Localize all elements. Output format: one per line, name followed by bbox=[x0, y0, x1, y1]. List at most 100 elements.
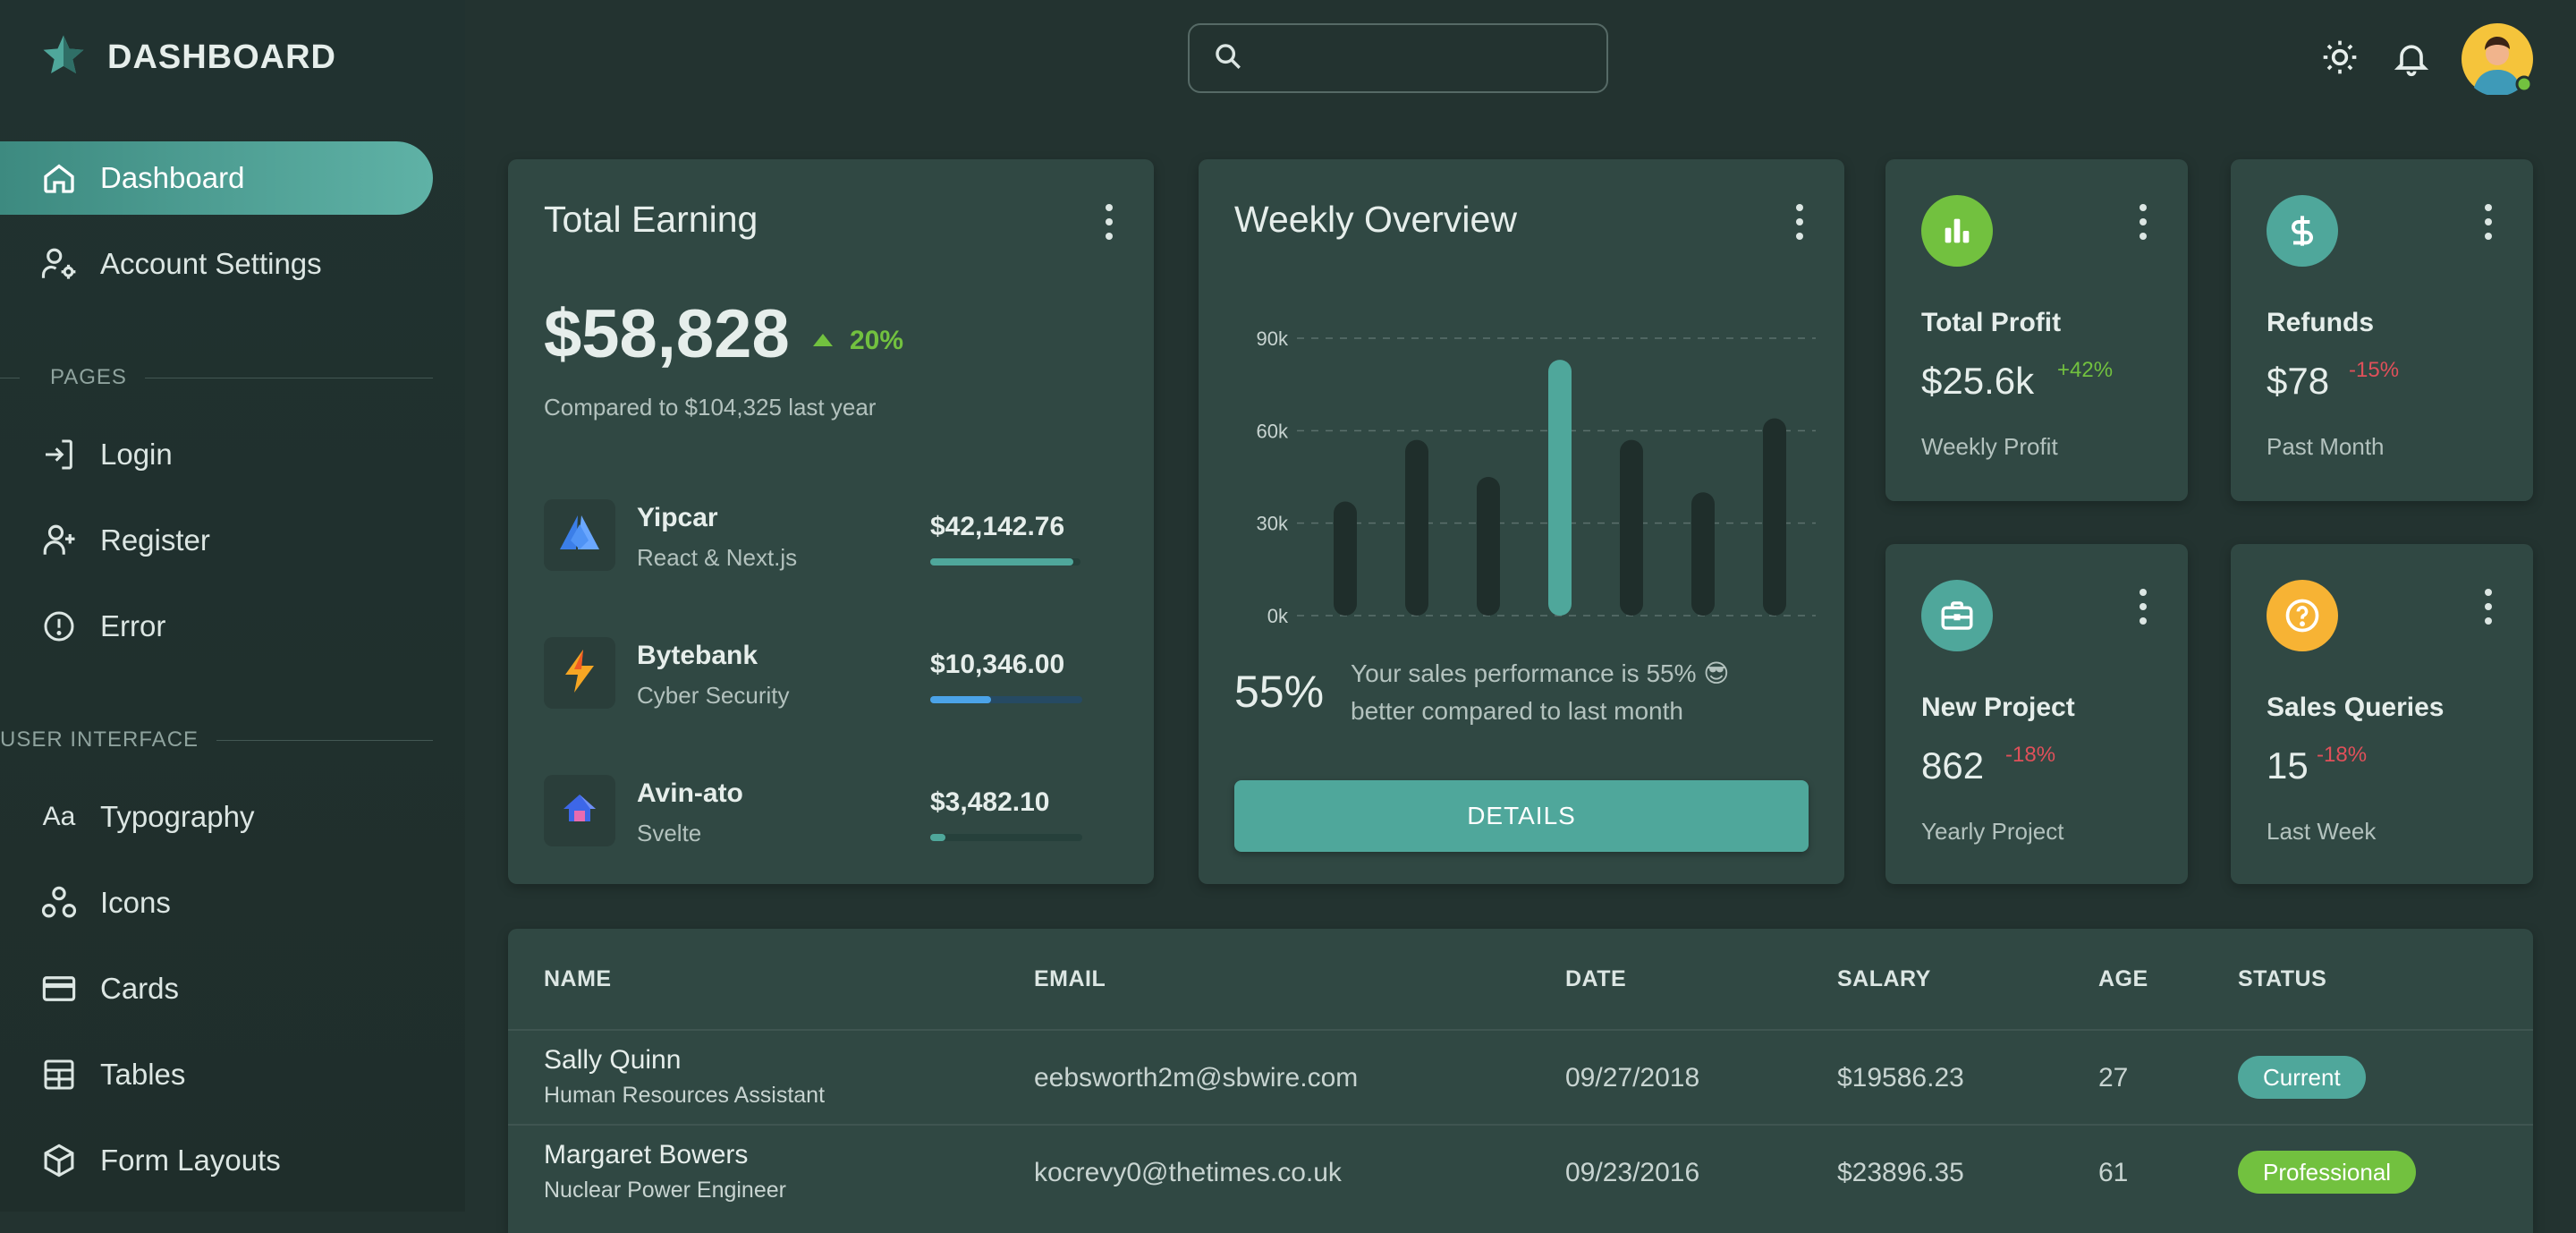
more-vertical-icon[interactable] bbox=[1794, 204, 1805, 240]
theme-toggle-icon[interactable] bbox=[2320, 38, 2360, 81]
card-title: Total Earning bbox=[544, 199, 758, 240]
stat-title: Total Profit bbox=[1921, 308, 2062, 337]
sidebar-item-icons[interactable]: Icons bbox=[0, 866, 433, 940]
stat-sub: Weekly Profit bbox=[1921, 433, 2058, 460]
item-name: Avin-ato bbox=[637, 778, 743, 808]
credit-card-icon bbox=[39, 969, 79, 1008]
chart-bar[interactable] bbox=[1620, 439, 1643, 616]
bytebank-logo bbox=[544, 637, 615, 709]
progress-fill bbox=[930, 696, 991, 703]
triangle-logo-icon bbox=[558, 514, 601, 557]
row-email: kocrevy0@thetimes.co.uk bbox=[1034, 1158, 1342, 1187]
details-button[interactable]: DETAILS bbox=[1234, 780, 1809, 852]
stat-sub: Last Week bbox=[2267, 818, 2377, 845]
sidebar-item-label: Login bbox=[100, 438, 173, 471]
y-tick-label: 30k bbox=[1257, 513, 1289, 535]
more-vertical-icon[interactable] bbox=[2483, 589, 2494, 625]
earning-compare: Compared to $104,325 last year bbox=[544, 394, 877, 421]
row-age: 61 bbox=[2098, 1158, 2129, 1187]
column-header-email[interactable]: EMAIL bbox=[1034, 966, 1106, 992]
item-name: Bytebank bbox=[637, 641, 758, 670]
table-row[interactable]: Margaret Bowers Nuclear Power Engineer k… bbox=[508, 1126, 2533, 1219]
chart-bar[interactable] bbox=[1405, 439, 1428, 616]
sidebar-item-label: Form Layouts bbox=[100, 1144, 281, 1177]
chart-bar[interactable] bbox=[1334, 501, 1357, 616]
brand-title: DASHBOARD bbox=[107, 38, 336, 76]
more-vertical-icon[interactable] bbox=[1104, 204, 1114, 240]
user-cog-icon bbox=[39, 244, 79, 284]
sidebar: DASHBOARD Dashboard Account Settings PAG… bbox=[0, 0, 465, 1212]
item-sub: Svelte bbox=[637, 820, 702, 846]
progress-fill bbox=[930, 834, 945, 841]
earning-amount: $58,828 bbox=[544, 296, 790, 372]
row-name: Sally Quinn bbox=[544, 1045, 682, 1075]
section-label: PAGES bbox=[50, 365, 127, 389]
brand[interactable]: DASHBOARD bbox=[39, 32, 336, 82]
sidebar-item-account-settings[interactable]: Account Settings bbox=[0, 227, 433, 301]
sidebar-item-dashboard[interactable]: Dashboard bbox=[0, 141, 433, 215]
column-header-age[interactable]: AGE bbox=[2098, 966, 2148, 992]
item-amount: $3,482.10 bbox=[930, 787, 1050, 817]
notification-bell-icon[interactable] bbox=[2392, 38, 2431, 83]
sidebar-item-form-layouts[interactable]: Form Layouts bbox=[0, 1124, 433, 1197]
row-age: 27 bbox=[2098, 1063, 2129, 1093]
cube-icon bbox=[39, 1141, 79, 1180]
more-vertical-icon[interactable] bbox=[2138, 204, 2148, 240]
row-salary: $23896.35 bbox=[1837, 1158, 1964, 1187]
chart-bar[interactable] bbox=[1477, 477, 1500, 616]
stat-title: Sales Queries bbox=[2267, 693, 2445, 722]
section-user-interface: USER INTERFACE bbox=[0, 727, 433, 753]
typography-icon: Aa bbox=[42, 802, 76, 831]
sidebar-item-label: Typography bbox=[100, 800, 255, 833]
earning-change: 20% bbox=[850, 326, 904, 355]
stat-title: New Project bbox=[1921, 693, 2075, 722]
weekly-message: Your sales performance is 55% 😎 better c… bbox=[1351, 659, 1730, 725]
sidebar-item-tables[interactable]: Tables bbox=[0, 1038, 433, 1111]
chart-bar[interactable] bbox=[1691, 492, 1715, 616]
row-email: eebsworth2m@sbwire.com bbox=[1034, 1063, 1359, 1093]
chart-bar[interactable] bbox=[1548, 360, 1572, 616]
stat-sub: Yearly Project bbox=[1921, 818, 2064, 845]
dollar-icon bbox=[2267, 195, 2338, 267]
sidebar-item-cards[interactable]: Cards bbox=[0, 952, 433, 1025]
stat-card-refunds: Refunds $78 -15% Past Month bbox=[2231, 159, 2533, 501]
status-badge: Professional bbox=[2238, 1151, 2417, 1194]
sidebar-item-register[interactable]: Register bbox=[0, 504, 433, 577]
stat-change: +42% bbox=[2057, 358, 2114, 382]
column-header-date[interactable]: DATE bbox=[1565, 966, 1626, 992]
briefcase-icon bbox=[1921, 580, 1993, 651]
avatar[interactable] bbox=[2462, 23, 2533, 97]
weekly-bar-chart: 0k 30k 60k 90k bbox=[1257, 327, 1816, 627]
row-date: 09/23/2016 bbox=[1565, 1158, 1700, 1187]
users-table: NAME EMAIL DATE SALARY AGE STATUS Sally … bbox=[508, 929, 2533, 1233]
chart-bar[interactable] bbox=[1763, 418, 1786, 616]
sidebar-item-error[interactable]: Error bbox=[0, 590, 433, 663]
item-sub: Cyber Security bbox=[637, 682, 790, 709]
column-header-name[interactable]: NAME bbox=[544, 966, 612, 992]
row-date: 09/27/2018 bbox=[1565, 1063, 1700, 1093]
item-amount: $10,346.00 bbox=[930, 650, 1065, 679]
card-title: Weekly Overview bbox=[1234, 199, 1517, 240]
more-vertical-icon[interactable] bbox=[2483, 204, 2494, 240]
search-input[interactable] bbox=[1259, 43, 1603, 73]
progress-fill bbox=[930, 558, 1073, 565]
y-tick-label: 0k bbox=[1267, 605, 1289, 627]
stat-change: -18% bbox=[2005, 743, 2056, 767]
table-row[interactable]: Sally Quinn Human Resources Assistant ee… bbox=[508, 1031, 2533, 1124]
column-header-status[interactable]: STATUS bbox=[2238, 966, 2326, 992]
search-box[interactable] bbox=[1188, 23, 1608, 93]
y-tick-label: 60k bbox=[1257, 420, 1289, 442]
bar-chart-icon bbox=[1921, 195, 1993, 267]
sidebar-item-typography[interactable]: Aa Typography bbox=[0, 780, 433, 854]
section-pages: PAGES bbox=[0, 364, 433, 391]
sidebar-item-label: Icons bbox=[100, 886, 171, 919]
progress-track bbox=[930, 696, 1082, 703]
sidebar-item-label: Account Settings bbox=[100, 247, 322, 280]
sidebar-item-login[interactable]: Login bbox=[0, 418, 433, 491]
table-icon bbox=[39, 1055, 79, 1094]
sidebar-item-label: Dashboard bbox=[100, 161, 245, 194]
item-name: Yipcar bbox=[637, 503, 718, 532]
column-header-salary[interactable]: SALARY bbox=[1837, 966, 1931, 992]
more-vertical-icon[interactable] bbox=[2138, 589, 2148, 625]
login-icon bbox=[39, 435, 79, 474]
